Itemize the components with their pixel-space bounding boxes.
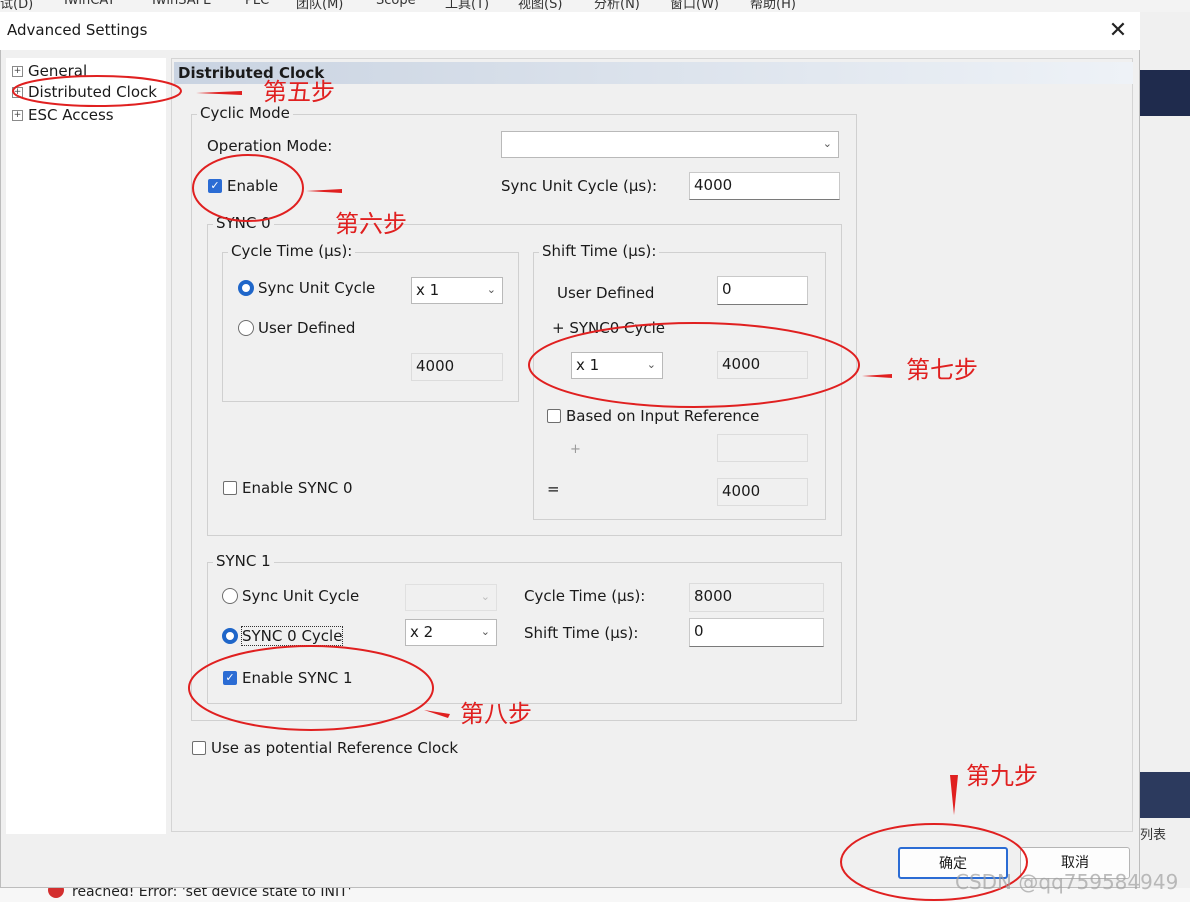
- annotation-arrow-step5: [196, 91, 242, 95]
- annotation-ellipse-step5: [12, 75, 182, 107]
- annotation-arrow-step7: [862, 374, 892, 378]
- annotation-arrow-step8: [424, 710, 450, 718]
- annotation-ellipse-step8: [188, 645, 434, 731]
- annotation-ellipse-step6: [192, 154, 304, 222]
- annotation-step8: 第八步: [460, 700, 532, 728]
- annotation-arrow-step6: [306, 189, 342, 193]
- watermark: CSDN @qq759584949: [955, 870, 1179, 894]
- annotation-step6: 第六步: [335, 210, 407, 238]
- annotation-step9: 第九步: [966, 762, 1038, 790]
- annotation-step7: 第七步: [906, 356, 978, 384]
- annotation-step5: 第五步: [263, 78, 335, 106]
- annotation-arrow-step9: [950, 775, 958, 815]
- annotation-ellipse-step7: [528, 322, 860, 408]
